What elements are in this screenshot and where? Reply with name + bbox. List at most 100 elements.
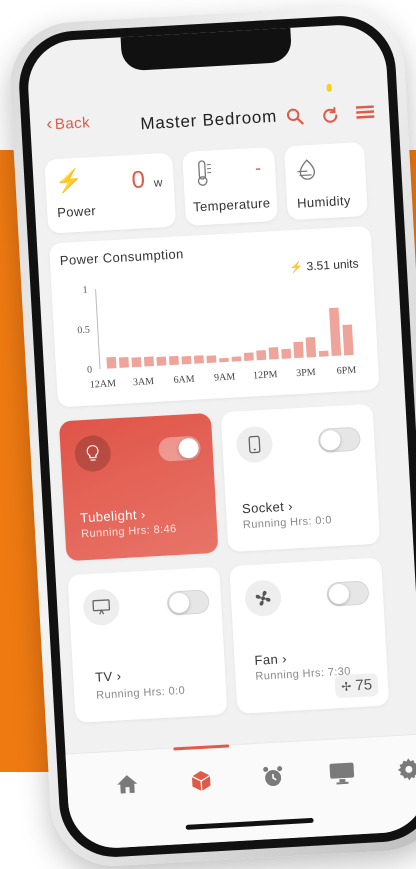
chevron-right-icon: ›	[288, 498, 294, 513]
tv-icon	[82, 588, 120, 626]
home-icon[interactable]	[115, 772, 141, 801]
device-card-fan[interactable]: Fan › Running Hrs: 7:30 ✢ 75	[229, 558, 389, 714]
power-value: 0	[131, 166, 146, 195]
search-icon[interactable]	[286, 107, 305, 131]
fan-toggle[interactable]	[326, 580, 369, 606]
fan-name: Fan	[254, 652, 278, 668]
tv-name: TV	[95, 669, 113, 685]
chart-bar	[131, 357, 141, 367]
tubelight-link[interactable]: Tubelight ›	[80, 507, 146, 526]
chart-bar	[232, 356, 242, 361]
chart-bar	[181, 356, 191, 365]
thermometer-icon	[194, 158, 214, 192]
chart-bar	[319, 351, 329, 357]
tubelight-hours: Running Hrs: 8:46	[81, 523, 177, 540]
x-tick-label: 6AM	[173, 374, 195, 386]
menu-icon[interactable]	[356, 103, 375, 125]
power-consumption-card: Power Consumption ⚡ 3.51 units 10.5012AM…	[49, 226, 380, 408]
y-tick-label: 0	[87, 364, 93, 375]
y-axis	[96, 289, 100, 369]
chevron-right-icon: ›	[282, 651, 288, 666]
x-tick-label: 12PM	[253, 369, 278, 381]
socket-hours: Running Hrs: 0:0	[243, 514, 332, 531]
chart-bar	[219, 358, 229, 363]
phone-device-icon	[236, 426, 274, 464]
tv-toggle[interactable]	[167, 589, 210, 615]
alarm-icon[interactable]	[260, 764, 286, 795]
toggle-knob	[178, 438, 199, 459]
chart-bar	[156, 357, 166, 366]
active-tab-indicator	[173, 744, 229, 750]
cube-icon[interactable]	[189, 768, 215, 799]
x-tick-label: 3PM	[296, 367, 316, 379]
chart-bar	[269, 347, 279, 360]
tubelight-name: Tubelight	[80, 507, 137, 525]
chart-bar	[293, 342, 303, 359]
tv-hours: Running Hrs: 0:0	[96, 685, 185, 702]
bottom-tab-bar	[65, 734, 416, 851]
chevron-right-icon: ›	[140, 507, 146, 522]
consumption-chart: 1 0.5 0 12AM 3AM 6AM 9AM 12PM 3PM 6PM	[49, 226, 380, 408]
bulb-icon	[74, 435, 112, 473]
gear-icon[interactable]	[396, 757, 416, 788]
chart-bar	[119, 357, 129, 368]
x-tick-label: 12AM	[90, 378, 117, 390]
chevron-left-icon: ‹	[46, 113, 54, 134]
chart-bar	[281, 349, 291, 359]
chart-bar	[329, 308, 341, 356]
app-header: ‹Back Master Bedroom	[29, 89, 390, 149]
device-card-tv[interactable]: TV › Running Hrs: 0:0	[67, 567, 227, 723]
x-tick-label: 9AM	[214, 371, 236, 383]
page-title: Master Bedroom	[140, 107, 278, 135]
temperature-value: -	[254, 158, 261, 179]
fan-link[interactable]: Fan ›	[254, 651, 287, 668]
phone-notch	[120, 26, 292, 71]
app-screen: ‹Back Master Bedroom ⚡ 0	[26, 23, 416, 851]
power-unit: w	[153, 175, 162, 189]
chevron-right-icon: ›	[116, 668, 122, 683]
temperature-card[interactable]: - Temperature	[182, 147, 278, 226]
bolt-icon: ⚡	[55, 168, 84, 195]
toggle-knob	[328, 583, 349, 604]
chart-bar	[106, 357, 116, 369]
chart-bar	[206, 355, 216, 363]
chart-bar	[256, 350, 266, 360]
humidity-card[interactable]: Humidity	[284, 142, 368, 220]
chart-bar	[306, 337, 317, 357]
refresh-icon[interactable]	[320, 105, 341, 131]
chart-bar	[169, 356, 179, 365]
humidity-label: Humidity	[297, 193, 352, 211]
device-card-tubelight[interactable]: Tubelight › Running Hrs: 8:46	[59, 413, 219, 561]
x-tick-label: 6PM	[336, 365, 356, 377]
y-tick-label: 1	[82, 285, 88, 296]
tv-link[interactable]: TV ›	[95, 668, 122, 684]
temperature-label: Temperature	[193, 195, 271, 214]
fan-speed-value: 75	[355, 676, 373, 694]
fan-speed-badge[interactable]: ✢ 75	[335, 673, 379, 698]
device-card-socket[interactable]: Socket › Running Hrs: 0:0	[221, 404, 381, 552]
monitor-icon[interactable]	[328, 760, 356, 791]
socket-name: Socket	[242, 499, 285, 516]
phone-mockup: ‹Back Master Bedroom ⚡ 0	[0, 0, 416, 866]
chart-bar	[244, 352, 254, 361]
power-label: Power	[57, 203, 97, 220]
y-tick-label: 0.5	[77, 325, 90, 337]
power-card[interactable]: ⚡ 0 w Power	[44, 153, 176, 234]
fan-icon	[244, 579, 282, 617]
socket-toggle[interactable]	[318, 427, 361, 453]
tubelight-toggle[interactable]	[158, 436, 201, 462]
humidity-icon	[295, 156, 323, 186]
chart-bar	[144, 356, 154, 366]
x-tick-label: 3AM	[133, 376, 155, 388]
back-label: Back	[54, 114, 90, 133]
fan-small-icon: ✢	[341, 679, 352, 694]
toggle-knob	[320, 430, 341, 451]
back-button[interactable]: ‹Back	[46, 111, 91, 134]
toggle-knob	[169, 592, 190, 613]
phone-frame: ‹Back Master Bedroom ⚡ 0	[7, 4, 416, 869]
phone-bezel: ‹Back Master Bedroom ⚡ 0	[16, 13, 416, 860]
socket-link[interactable]: Socket ›	[242, 498, 294, 516]
chart-bar	[194, 355, 204, 364]
chart-bar	[342, 324, 353, 355]
home-indicator	[185, 818, 313, 830]
